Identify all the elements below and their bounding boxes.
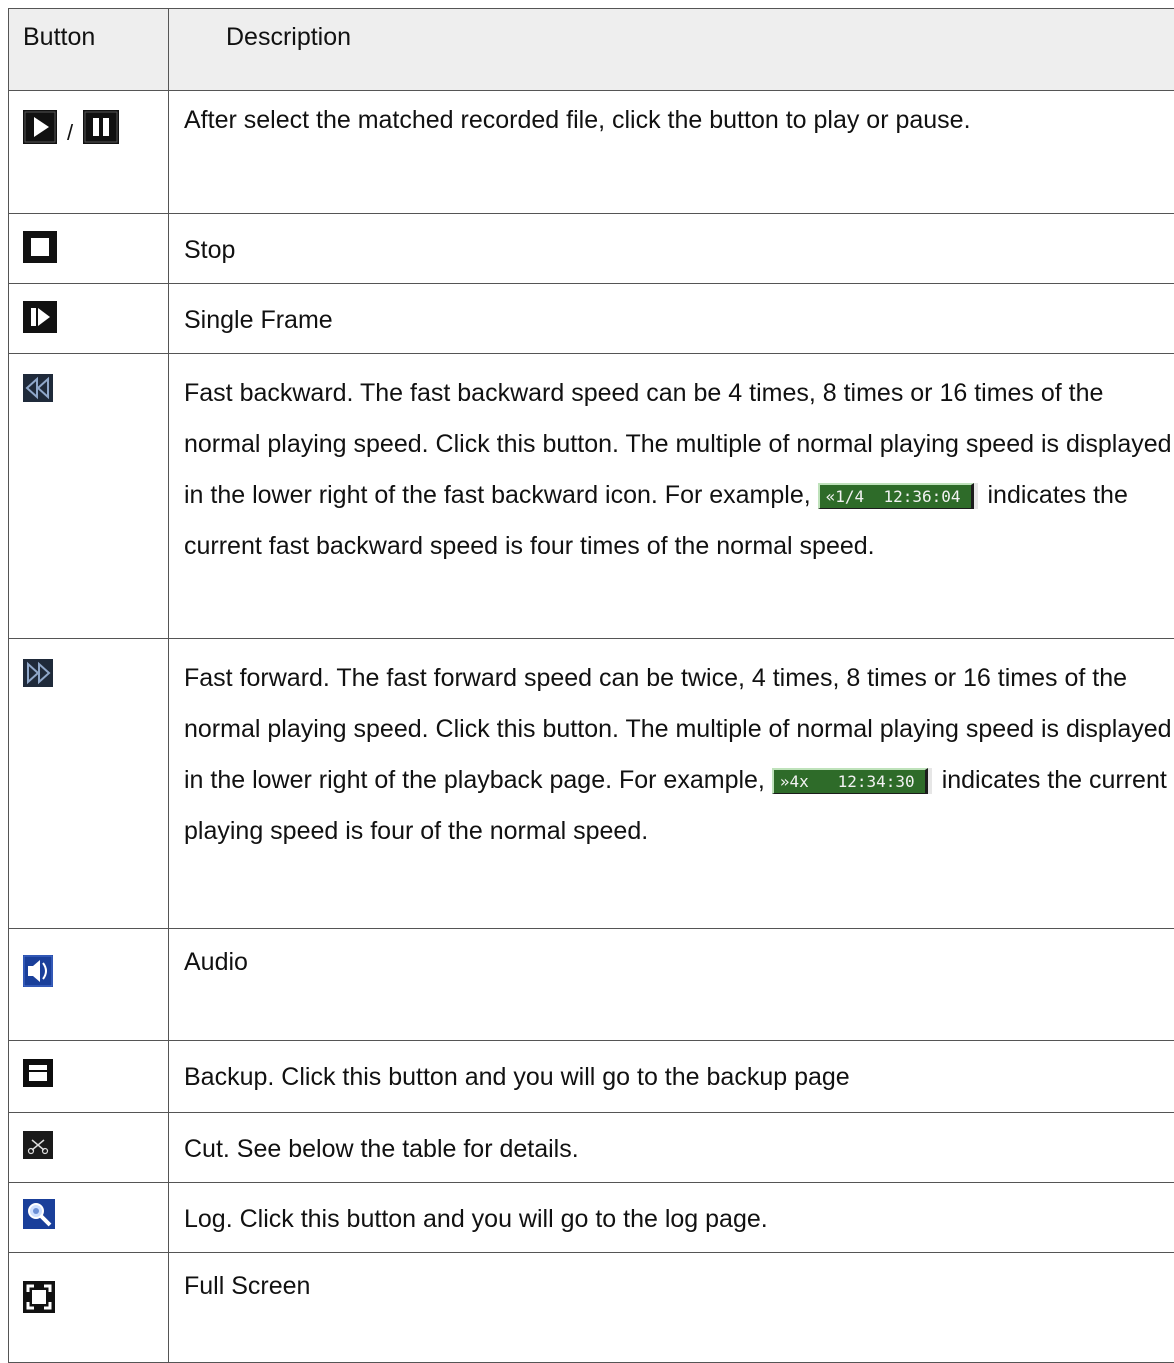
log-icon (23, 1199, 55, 1236)
description-cell: Cut. See below the table for details. (169, 1113, 1174, 1183)
table-row: Log. Click this button and you will go t… (9, 1183, 1174, 1253)
stop-icon (23, 231, 57, 270)
audio-icon (23, 955, 53, 994)
description-cell: Log. Click this button and you will go t… (169, 1183, 1174, 1253)
icon-cell (9, 1113, 169, 1183)
table-row: Stop (9, 214, 1174, 284)
table-row: Fast forward. The fast forward speed can… (9, 639, 1174, 929)
speed-badge: »4x 12:34:30 (772, 768, 928, 794)
table-row: Fast backward. The fast backward speed c… (9, 354, 1174, 639)
description-cell: Single Frame (169, 284, 1174, 354)
icon-cell (9, 1041, 169, 1113)
table-row: / After select the matched recorded file… (9, 91, 1174, 214)
table-row: Audio (9, 929, 1174, 1041)
icon-cell (9, 214, 169, 284)
single-frame-icon (23, 301, 57, 340)
table-row: Single Frame (9, 284, 1174, 354)
button-description-table: Button Description / After select the m (8, 8, 1174, 1363)
full-screen-icon (23, 1281, 55, 1320)
description-cell: Fast forward. The fast forward speed can… (169, 639, 1174, 929)
icon-cell (9, 1183, 169, 1253)
pause-icon (83, 110, 119, 151)
icon-cell (9, 639, 169, 929)
description-cell: Fast backward. The fast backward speed c… (169, 354, 1174, 639)
fast-backward-icon (23, 374, 53, 409)
backup-icon (23, 1059, 53, 1094)
icon-cell: / (9, 91, 169, 214)
description-cell: Stop (169, 214, 1174, 284)
header-button: Button (9, 9, 169, 91)
icon-cell (9, 284, 169, 354)
speed-badge: «1/4 12:36:04 (818, 483, 974, 509)
description-cell: Backup. Click this button and you will g… (169, 1041, 1174, 1113)
table-row: Backup. Click this button and you will g… (9, 1041, 1174, 1113)
table-row: Cut. See below the table for details. (9, 1113, 1174, 1183)
fast-forward-icon (23, 659, 53, 694)
description-cell: After select the matched recorded file, … (169, 91, 1174, 214)
description-cell: Full Screen (169, 1253, 1174, 1363)
icon-separator: / (67, 120, 73, 146)
table-header-row: Button Description (9, 9, 1174, 91)
play-icon (23, 110, 57, 151)
icon-cell (9, 1253, 169, 1363)
cut-icon (23, 1131, 53, 1166)
description-cell: Audio (169, 929, 1174, 1041)
icon-cell (9, 354, 169, 639)
table-row: Full Screen (9, 1253, 1174, 1363)
icon-cell (9, 929, 169, 1041)
header-description: Description (169, 9, 1174, 91)
